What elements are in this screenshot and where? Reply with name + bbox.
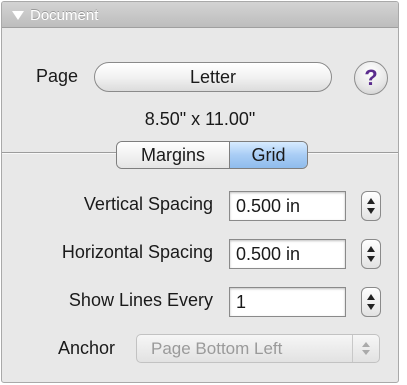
- help-button[interactable]: ?: [354, 61, 388, 95]
- horizontal-spacing-field[interactable]: 0.500 in: [229, 239, 346, 269]
- help-icon: ?: [364, 65, 378, 90]
- anchor-popup[interactable]: Page Bottom Left: [136, 334, 380, 363]
- vertical-spacing-field[interactable]: 0.500 in: [229, 191, 346, 221]
- stepper-down-icon[interactable]: [367, 304, 375, 310]
- stepper-down-icon[interactable]: [367, 256, 375, 262]
- tab-grid[interactable]: Grid: [230, 142, 307, 168]
- popup-arrows-icon: [352, 335, 379, 362]
- vertical-spacing-stepper[interactable]: [361, 191, 381, 221]
- show-lines-every-field[interactable]: 1: [229, 287, 346, 317]
- panel-title: Document: [30, 7, 99, 24]
- anchor-popup-value: Page Bottom Left: [151, 339, 283, 358]
- show-lines-every-stepper[interactable]: [361, 287, 381, 317]
- stepper-up-icon[interactable]: [367, 294, 375, 300]
- horizontal-spacing-stepper[interactable]: [361, 239, 381, 269]
- page-label: Page: [36, 66, 79, 86]
- show-lines-every-label: Show Lines Every: [68, 290, 213, 310]
- stepper-up-icon[interactable]: [367, 246, 375, 252]
- page-dimensions: 8.50" x 11.00": [144, 109, 256, 129]
- tab-margins[interactable]: Margins: [117, 142, 230, 168]
- stepper-down-icon[interactable]: [367, 208, 375, 214]
- panel-title-bar[interactable]: Document: [2, 2, 398, 28]
- margins-grid-segmented-control: Margins Grid: [116, 141, 308, 169]
- page-size-popup[interactable]: Letter: [94, 62, 332, 92]
- stepper-up-icon[interactable]: [367, 198, 375, 204]
- disclosure-triangle-icon[interactable]: [12, 11, 24, 20]
- document-inspector-panel: Document Page Letter ? 8.50" x 11.00" Ma…: [1, 1, 399, 383]
- horizontal-spacing-label: Horizontal Spacing: [61, 242, 213, 262]
- vertical-spacing-label: Vertical Spacing: [83, 194, 213, 214]
- anchor-label: Anchor: [58, 338, 116, 358]
